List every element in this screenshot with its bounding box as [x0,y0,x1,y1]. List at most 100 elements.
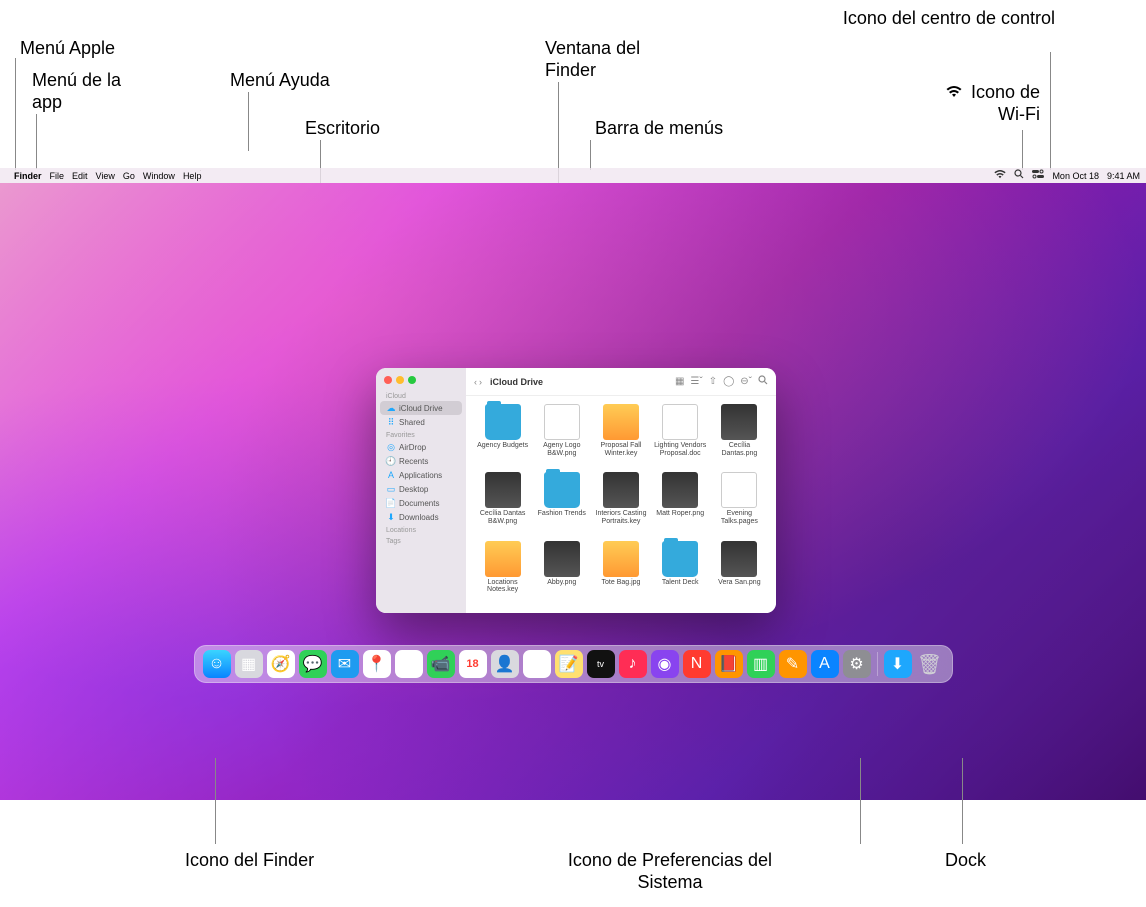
dock-safari-icon[interactable]: 🧭 [267,650,295,678]
tag-icon[interactable]: ◯ [723,376,734,387]
sidebar-item-desktop[interactable]: ▭Desktop [380,482,462,496]
minimize-button[interactable] [396,376,404,384]
finder-window[interactable]: iCloud☁iCloud Drive⠿SharedFavorites◎AirD… [376,368,776,613]
sidebar-item-label: Downloads [399,513,439,522]
dock-mail-icon[interactable]: ✉ [331,650,359,678]
sidebar-item-icloud-drive[interactable]: ☁iCloud Drive [380,401,462,415]
callout-finder-window: Ventana del Finder [545,38,675,81]
dock-facetime-icon[interactable]: 📹 [427,650,455,678]
group-menu-icon[interactable]: ☰ˇ [690,376,702,387]
file-item[interactable]: Agency Budgets [474,404,531,468]
shared-icon: ⠿ [386,417,396,427]
dock-downloads-stack-icon[interactable]: ⬇ [884,650,912,678]
callout-wifi-label: Icono de Wi-Fi [971,82,1040,124]
file-item[interactable]: Lighting Vendors Proposal.doc [652,404,709,468]
dock-reminders-icon[interactable]: ☰ [523,650,551,678]
sidebar-item-recents[interactable]: 🕘Recents [380,454,462,468]
close-button[interactable] [384,376,392,384]
file-label: Abby.png [547,579,576,587]
menu-view[interactable]: View [96,171,115,181]
dock-finder-icon[interactable]: ☺ [203,650,231,678]
menubar-right: Mon Oct 18 9:41 AM [994,169,1140,182]
callout-wifi: Icono de Wi-Fi [920,82,1040,125]
menubar-date[interactable]: Mon Oct 18 [1052,171,1099,181]
file-item[interactable]: Cecília Dantas B&W.png [474,472,531,536]
callouts-top: Menú Apple Menú de la app Menú Ayuda Esc… [0,0,1146,168]
share-icon[interactable]: ⇧ [709,376,717,387]
dock-music-icon[interactable]: ♪ [619,650,647,678]
menu-edit[interactable]: Edit [72,171,88,181]
menubar-left: Finder File Edit View Go Window Help [6,171,201,181]
sidebar-item-downloads[interactable]: ⬇Downloads [380,510,462,524]
file-item[interactable]: Talent Deck [652,541,709,605]
sidebar-item-label: Recents [399,457,428,466]
menu-window[interactable]: Window [143,171,175,181]
key-icon [603,541,639,577]
callout-finder-icon: Icono del Finder [185,850,314,872]
file-item[interactable]: Abby.png [533,541,590,605]
back-button[interactable]: ‹ [474,377,477,387]
dock-numbers-icon[interactable]: ▥ [747,650,775,678]
callouts-bottom: Icono del Finder Icono de Preferencias d… [0,800,1146,907]
key-icon [603,404,639,440]
control-center-icon[interactable] [1032,169,1044,182]
sidebar-item-applications[interactable]: AApplications [380,468,462,482]
dock-launchpad-icon[interactable]: ▦ [235,650,263,678]
dock-books-icon[interactable]: 📕 [715,650,743,678]
file-item[interactable]: Proposal Fall Winter.key [592,404,649,468]
file-item[interactable]: Vera San.png [711,541,768,605]
dock-calendar-icon[interactable]: 18 [459,650,487,678]
sidebar-item-label: iCloud Drive [399,404,443,413]
dock-pages-icon[interactable]: ✎ [779,650,807,678]
fullscreen-button[interactable] [408,376,416,384]
dock-contacts-icon[interactable]: 👤 [491,650,519,678]
file-label: Interiors Casting Portraits.key [594,510,648,525]
img-icon [721,541,757,577]
dock-photos-icon[interactable]: ❀ [395,650,423,678]
menu-go[interactable]: Go [123,171,135,181]
dock-app-store-icon[interactable]: A [811,650,839,678]
menubar-time[interactable]: 9:41 AM [1107,171,1140,181]
img-icon [662,472,698,508]
desktop[interactable]: iCloud☁iCloud Drive⠿SharedFavorites◎AirD… [0,183,1146,800]
menu-help[interactable]: Help [183,171,202,181]
dock-system-preferences-icon[interactable]: ⚙ [843,650,871,678]
file-label: Matt Roper.png [656,510,704,518]
sidebar-item-label: Desktop [399,485,428,494]
sidebar-item-label: AirDrop [399,443,426,452]
action-menu-icon[interactable]: ⊖ˇ [740,376,752,387]
dock-tv-icon[interactable]: tv [587,650,615,678]
search-icon[interactable] [758,375,768,388]
callout-desktop: Escritorio [305,118,380,140]
sidebar-item-airdrop[interactable]: ◎AirDrop [380,440,462,454]
file-item[interactable]: Tote Bag.jpg [592,541,649,605]
wifi-icon[interactable] [994,170,1006,182]
file-label: Vera San.png [718,579,760,587]
file-item[interactable]: Evening Talks.pages [711,472,768,536]
apps-icon: A [386,470,396,480]
sidebar-section-label: iCloud [380,390,462,401]
file-label: Evening Talks.pages [712,510,766,525]
dock-news-icon[interactable]: N [683,650,711,678]
dock-podcasts-icon[interactable]: ◉ [651,650,679,678]
file-item[interactable]: Fashion Trends [533,472,590,536]
file-item[interactable]: Interiors Casting Portraits.key [592,472,649,536]
file-item[interactable]: Ageny Logo B&W.png [533,404,590,468]
dock-trash-icon[interactable]: 🗑 [916,650,944,678]
key-icon [485,541,521,577]
menu-file[interactable]: File [50,171,65,181]
finder-sidebar: iCloud☁iCloud Drive⠿SharedFavorites◎AirD… [376,368,466,613]
sidebar-item-documents[interactable]: 📄Documents [380,496,462,510]
forward-button[interactable]: › [479,377,482,387]
spotlight-icon[interactable] [1014,169,1024,182]
finder-file-grid: Agency BudgetsAgeny Logo B&W.pngProposal… [466,396,776,613]
file-item[interactable]: Locations Notes.key [474,541,531,605]
app-menu[interactable]: Finder [14,171,42,181]
dock-maps-icon[interactable]: 📍 [363,650,391,678]
dock-messages-icon[interactable]: 💬 [299,650,327,678]
file-item[interactable]: Cecília Dantas.png [711,404,768,468]
sidebar-item-shared[interactable]: ⠿Shared [380,415,462,429]
file-item[interactable]: Matt Roper.png [652,472,709,536]
view-icons-icon[interactable]: ▦ [675,376,684,387]
dock-notes-icon[interactable]: 📝 [555,650,583,678]
